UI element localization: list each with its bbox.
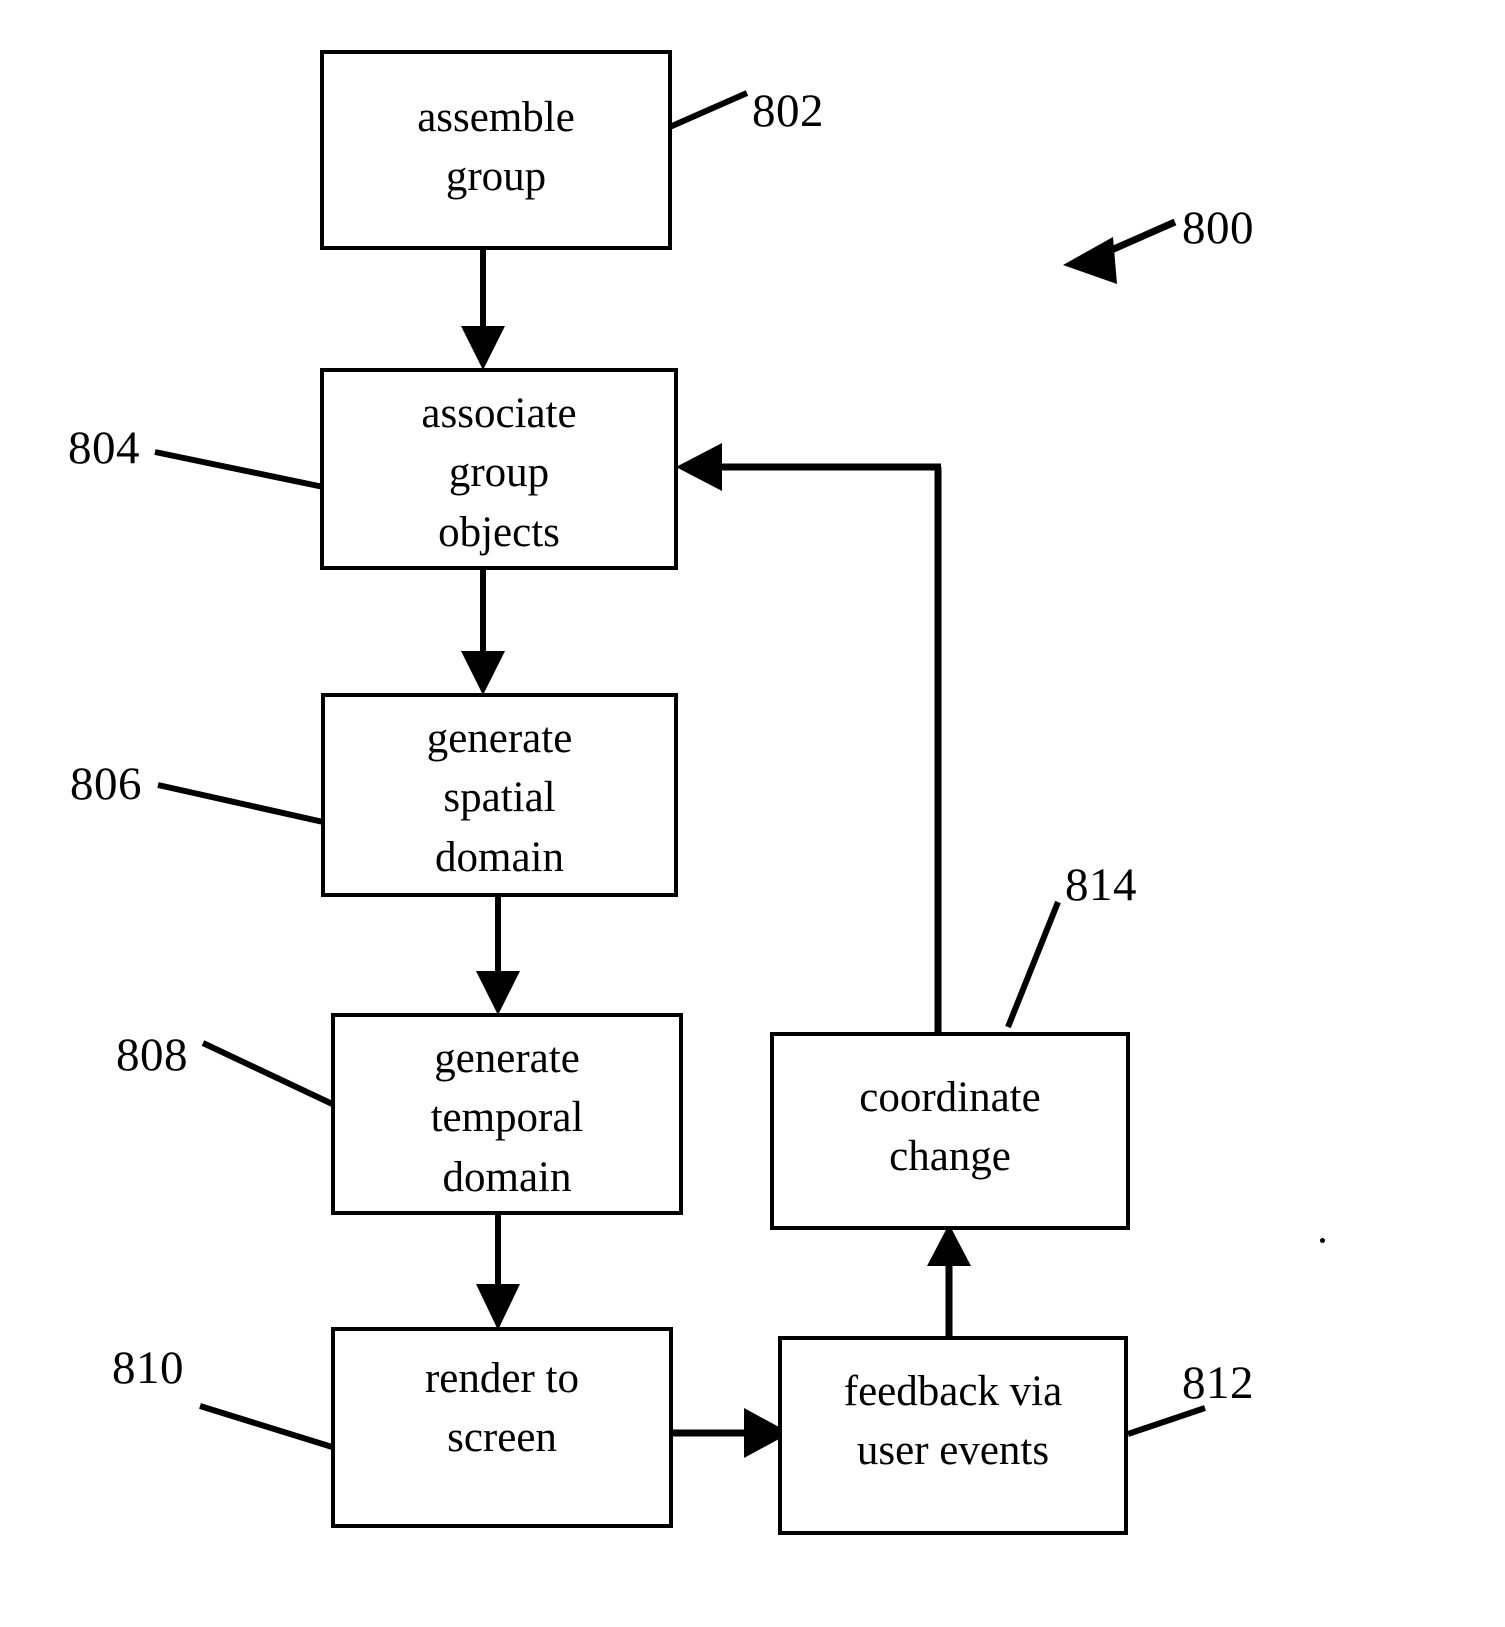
edge-temporal-to-render — [476, 1215, 520, 1330]
node-generate-temporal-domain[interactable]: generate temporal domain — [331, 1013, 683, 1215]
node-feedback-via-user-events-label: feedback via user events — [843, 1368, 1063, 1475]
node-assemble-group[interactable]: assemble group — [320, 50, 672, 250]
node-assemble-group-label: assemble group — [417, 94, 575, 201]
reference-numeral-806: 806 — [70, 758, 142, 810]
reference-numeral-800: 800 — [1182, 202, 1254, 254]
figure-reference-arrow — [1063, 218, 1177, 284]
node-render-to-screen-label: render to screen — [424, 1355, 579, 1462]
reference-numeral-812: 812 — [1182, 1357, 1254, 1409]
node-coordinate-change[interactable]: coordinate change — [770, 1032, 1130, 1230]
edge-associate-to-spatial — [461, 570, 505, 695]
edge-spatial-to-temporal — [476, 897, 520, 1015]
node-associate-group-objects[interactable]: associate group objects — [320, 368, 678, 570]
reference-numeral-808: 808 — [116, 1029, 188, 1081]
leader-814 — [1005, 900, 1061, 1029]
node-generate-spatial-domain-label: generate spatial domain — [426, 715, 573, 881]
reference-numeral-814: 814 — [1065, 859, 1137, 911]
reference-numeral-804: 804 — [68, 422, 140, 474]
edge-render-to-feedback — [673, 1408, 790, 1458]
node-feedback-via-user-events[interactable]: feedback via user events — [778, 1336, 1128, 1535]
edge-coordinate-to-associate — [676, 443, 942, 1032]
connector-layer — [154, 90, 1206, 1458]
node-associate-group-objects-label: associate group objects — [421, 390, 577, 556]
edge-assemble-to-associate — [461, 250, 505, 370]
figure-canvas: assemble group associate group objects g… — [0, 0, 1505, 1627]
reference-numeral-810: 810 — [112, 1342, 184, 1394]
node-generate-temporal-domain-label: generate temporal domain — [430, 1035, 584, 1201]
leader-812 — [1127, 1405, 1206, 1437]
node-generate-spatial-domain[interactable]: generate spatial domain — [321, 693, 678, 897]
edge-feedback-to-coordinate — [927, 1224, 971, 1336]
node-coordinate-change-label: coordinate change — [859, 1074, 1041, 1181]
reference-numeral-802: 802 — [752, 85, 824, 137]
scan-artifact-dot — [1320, 1238, 1325, 1243]
node-render-to-screen[interactable]: render to screen — [331, 1327, 673, 1528]
